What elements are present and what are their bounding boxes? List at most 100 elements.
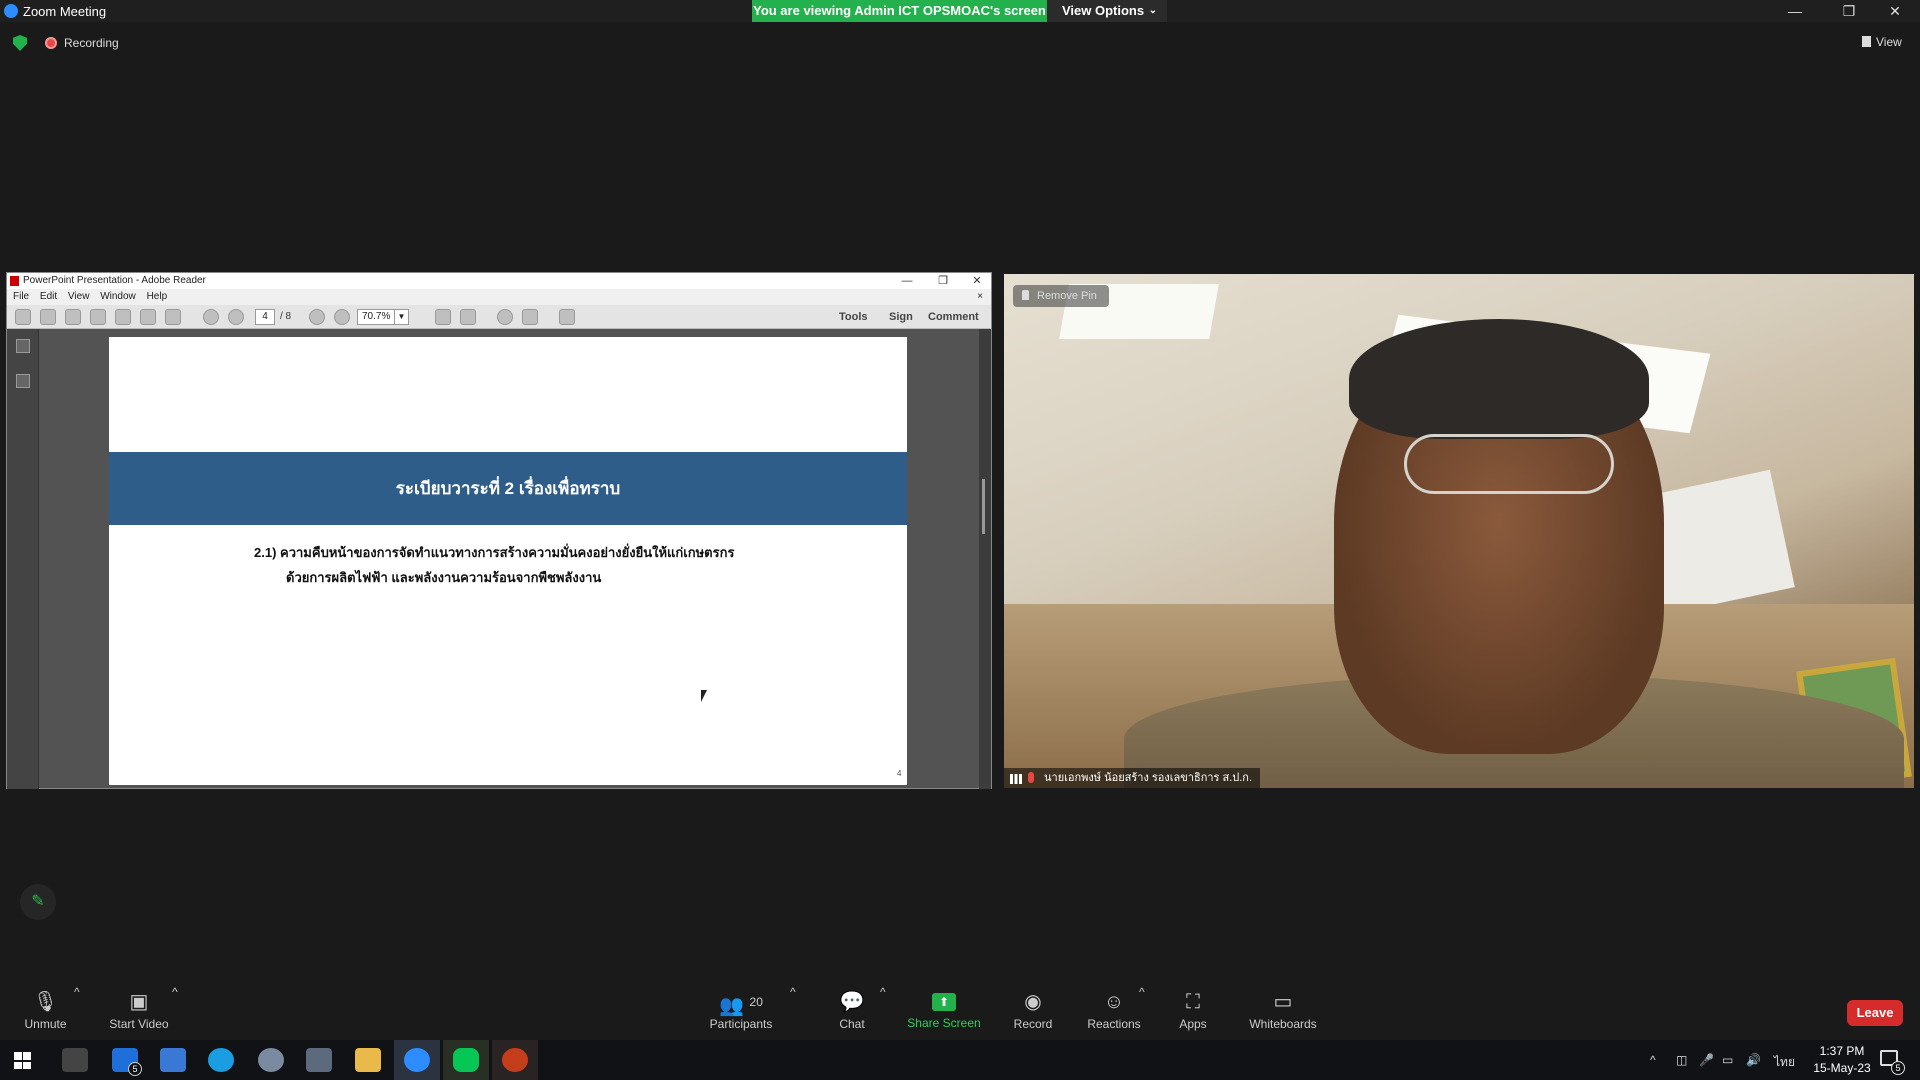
create-icon[interactable] (15, 309, 31, 325)
unmute-button[interactable]: 🎙 Unmute (18, 985, 73, 1031)
windows-start-icon[interactable] (14, 1052, 31, 1069)
chat-label: Chat (839, 1017, 865, 1031)
meet-now-icon[interactable]: ◫ (1676, 1053, 1687, 1067)
document-close-icon[interactable]: × (977, 289, 983, 305)
reader-close-button[interactable]: ✕ (959, 273, 995, 289)
menu-window[interactable]: Window (100, 291, 136, 302)
clock-date[interactable]: 15-May-23 (1801, 1061, 1883, 1075)
apps-button[interactable]: ⛶ Apps (1176, 985, 1210, 1031)
microphone-icon[interactable]: 🎤 (1699, 1053, 1714, 1067)
edge-browser-icon[interactable] (208, 1048, 234, 1072)
start-video-button[interactable]: ▣ Start Video (104, 985, 174, 1031)
highlight-icon[interactable] (522, 309, 538, 325)
window-title: Zoom Meeting (23, 4, 107, 19)
reader-title: PowerPoint Presentation - Adobe Reader (23, 275, 206, 286)
taskbar-app-icon[interactable] (62, 1048, 88, 1072)
restore-button[interactable]: ❐ (1826, 0, 1872, 22)
page-down-icon[interactable] (228, 309, 244, 325)
reader-scrollbar[interactable] (979, 329, 991, 789)
scrollbar-thumb[interactable] (982, 479, 985, 534)
save-icon[interactable] (115, 309, 131, 325)
participant-video[interactable] (1004, 274, 1914, 788)
show-hidden-icons-chevron-icon[interactable]: ^ (1650, 1053, 1656, 1067)
whiteboard-icon: ▭ (1273, 991, 1293, 1013)
reader-minimize-button[interactable]: — (889, 273, 925, 289)
print-icon[interactable] (140, 309, 156, 325)
calendar-icon[interactable] (160, 1048, 186, 1072)
chat-chevron-icon[interactable]: ^ (880, 985, 886, 999)
menu-edit[interactable]: Edit (40, 291, 57, 302)
file-explorer-icon[interactable] (355, 1048, 381, 1072)
attachments-panel-icon[interactable] (16, 374, 30, 388)
menu-file[interactable]: File (13, 291, 29, 302)
remove-pin-button[interactable]: Remove Pin (1013, 285, 1109, 307)
volume-icon[interactable]: 🔊 (1746, 1053, 1761, 1067)
whiteboards-button[interactable]: ▭ Whiteboards (1246, 985, 1320, 1031)
fullscreen-icon[interactable] (559, 309, 575, 325)
chat-button[interactable]: 💬 Chat (832, 985, 872, 1031)
share-screen-icon: ⬆ (932, 993, 956, 1011)
reactions-button[interactable]: ☺ Reactions (1086, 985, 1142, 1031)
participants-icon: 👥 20 (719, 995, 763, 1017)
snipping-tool-icon[interactable] (258, 1048, 284, 1072)
view-options-button[interactable]: View Options ⌄ (1047, 0, 1167, 22)
cloud-icon[interactable] (90, 309, 106, 325)
pages-panel-icon[interactable] (16, 339, 30, 353)
zoom-out-icon[interactable] (309, 309, 325, 325)
reader-restore-button[interactable]: ❐ (925, 273, 961, 289)
share-screen-button[interactable]: ⬆ Share Screen (906, 985, 982, 1030)
line-app-icon[interactable] (453, 1048, 479, 1072)
annotate-pencil-icon[interactable]: ✎ (20, 884, 56, 920)
zoom-select[interactable]: 70.7% ▼ (357, 309, 409, 325)
view-button[interactable]: View (1862, 35, 1902, 49)
pdf-page: ระเบียบวาระที่ 2 เรื่องเพื่อทราบ 2.1) คว… (109, 337, 907, 785)
leave-button[interactable]: Leave (1847, 1000, 1903, 1026)
tools-link[interactable]: Tools (839, 311, 868, 323)
menu-view[interactable]: View (68, 291, 90, 302)
start-video-label: Start Video (109, 1017, 169, 1031)
chevron-down-icon: ⌄ (1148, 5, 1157, 16)
windows-taskbar: 5 ^ ◫ 🎤 ▭ 🔊 ไทย 1:37 PM 15-May-23 5 (0, 1040, 1920, 1080)
email-icon[interactable] (165, 309, 181, 325)
recording-dot-icon (45, 37, 57, 49)
chevron-down-icon: ▼ (394, 310, 408, 324)
record-button[interactable]: ◉ Record (1010, 985, 1056, 1031)
video-options-chevron-icon[interactable]: ^ (172, 985, 178, 999)
view-icon (1862, 36, 1871, 47)
language-indicator[interactable]: ไทย (1774, 1053, 1795, 1072)
comment-link[interactable]: Comment (928, 311, 979, 323)
reactions-chevron-icon[interactable]: ^ (1139, 985, 1145, 999)
pdf-create-icon[interactable] (40, 309, 56, 325)
comment-bubble-icon[interactable] (497, 309, 513, 325)
share-screen-label: Share Screen (907, 1016, 981, 1030)
calculator-icon[interactable] (306, 1048, 332, 1072)
sign-link[interactable]: Sign (889, 311, 913, 323)
zoom-in-icon[interactable] (334, 309, 350, 325)
fit-page-icon[interactable] (460, 309, 476, 325)
participants-button[interactable]: 👥 20 Participants (706, 985, 776, 1031)
fit-width-icon[interactable] (435, 309, 451, 325)
meeting-toolbar: 🎙 Unmute ^ ▣ Start Video ^ 👥 20 Particip… (0, 985, 1920, 1040)
close-button[interactable]: ✕ (1872, 0, 1918, 22)
shield-icon[interactable] (13, 35, 27, 51)
record-label: Record (1013, 1017, 1053, 1031)
powerpoint-icon[interactable] (502, 1048, 528, 1072)
reader-menu-bar: File Edit View Window Help × (7, 289, 991, 305)
video-off-icon: ▣ (129, 991, 149, 1013)
page-number-input[interactable]: 4 (255, 309, 275, 325)
minimize-button[interactable]: — (1772, 0, 1818, 22)
menu-help[interactable]: Help (147, 291, 168, 302)
whiteboards-label: Whiteboards (1249, 1017, 1317, 1031)
viewing-banner: You are viewing Admin ICT OPSMOAC's scre… (752, 0, 1047, 22)
participants-label: Participants (709, 1017, 773, 1031)
participants-count: 20 (749, 995, 763, 1009)
audio-options-chevron-icon[interactable]: ^ (74, 985, 80, 999)
zoom-taskbar-icon[interactable] (404, 1048, 430, 1072)
network-icon[interactable]: ▭ (1722, 1053, 1733, 1067)
recording-label[interactable]: Recording (64, 36, 119, 50)
clock-time[interactable]: 1:37 PM (1812, 1044, 1872, 1058)
page-up-icon[interactable] (203, 309, 219, 325)
edit-icon[interactable] (65, 309, 81, 325)
apps-icon: ⛶ (1186, 991, 1200, 1013)
participants-chevron-icon[interactable]: ^ (790, 985, 796, 999)
